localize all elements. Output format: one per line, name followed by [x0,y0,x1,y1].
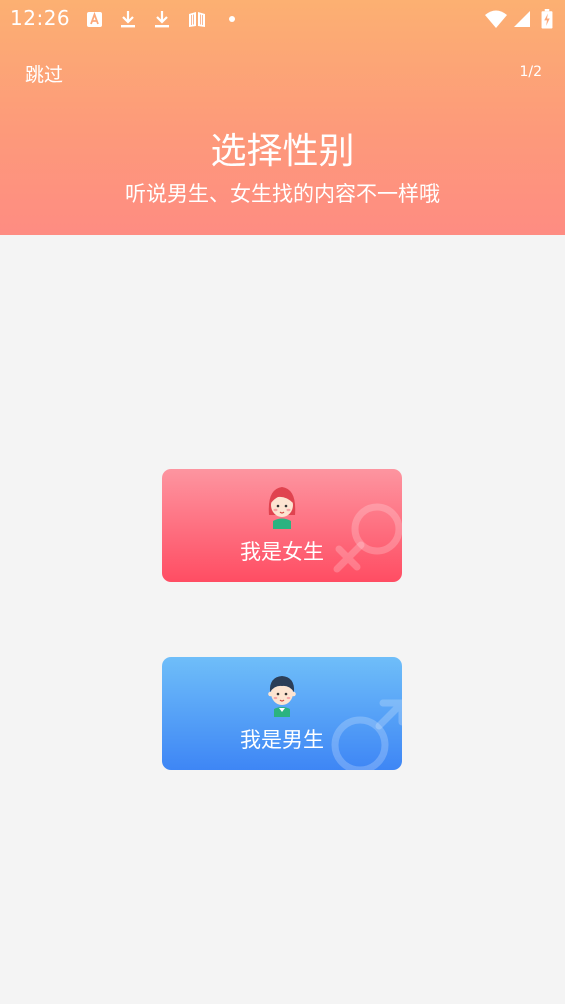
wifi-icon [485,10,507,28]
signal-icon [514,11,530,27]
translate-icon [87,11,102,27]
download-icon [121,11,135,28]
skip-button[interactable]: 跳过 [25,60,63,87]
header: 12:26 跳过 1/2 选择性别 听说男生、女生找的内容不一样哦 [0,0,565,235]
male-option-button[interactable]: 我是男生 [162,657,402,770]
female-avatar-icon [268,487,296,529]
dot-icon [229,16,235,22]
female-option-button[interactable]: 我是女生 [162,469,402,582]
female-option-label: 我是女生 [240,540,324,564]
book-icon [189,12,205,27]
status-bar: 12:26 [0,0,565,38]
battery-charging-icon [541,9,553,29]
page-subtitle: 听说男生、女生找的内容不一样哦 [125,182,440,206]
male-option-label: 我是男生 [240,728,324,752]
page-title: 选择性别 [210,131,355,172]
male-avatar-icon [268,676,296,717]
status-time: 12:26 [10,6,71,30]
download-icon [155,11,169,28]
page-indicator: 1/2 [519,64,542,80]
